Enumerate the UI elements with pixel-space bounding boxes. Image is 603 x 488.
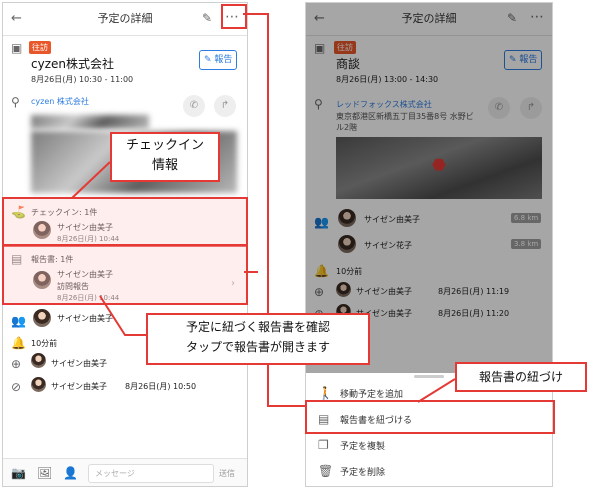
connector-checkin — [71, 161, 111, 199]
connector-report-callout — [99, 295, 146, 336]
callout-line: 予定に紐づく報告書を確認 — [185, 320, 330, 334]
connector-lines — [71, 13, 456, 407]
callout-checkin-info: チェックイン 情報 — [110, 132, 220, 182]
callout-link-report: 報告書の紐づけ — [455, 362, 587, 392]
callout-line: タップで報告書が開きます — [185, 340, 330, 354]
connector-link-callout — [417, 378, 456, 403]
callout-report-link: 予定に紐づく報告書を確認 タップで報告書が開きます — [146, 313, 370, 365]
